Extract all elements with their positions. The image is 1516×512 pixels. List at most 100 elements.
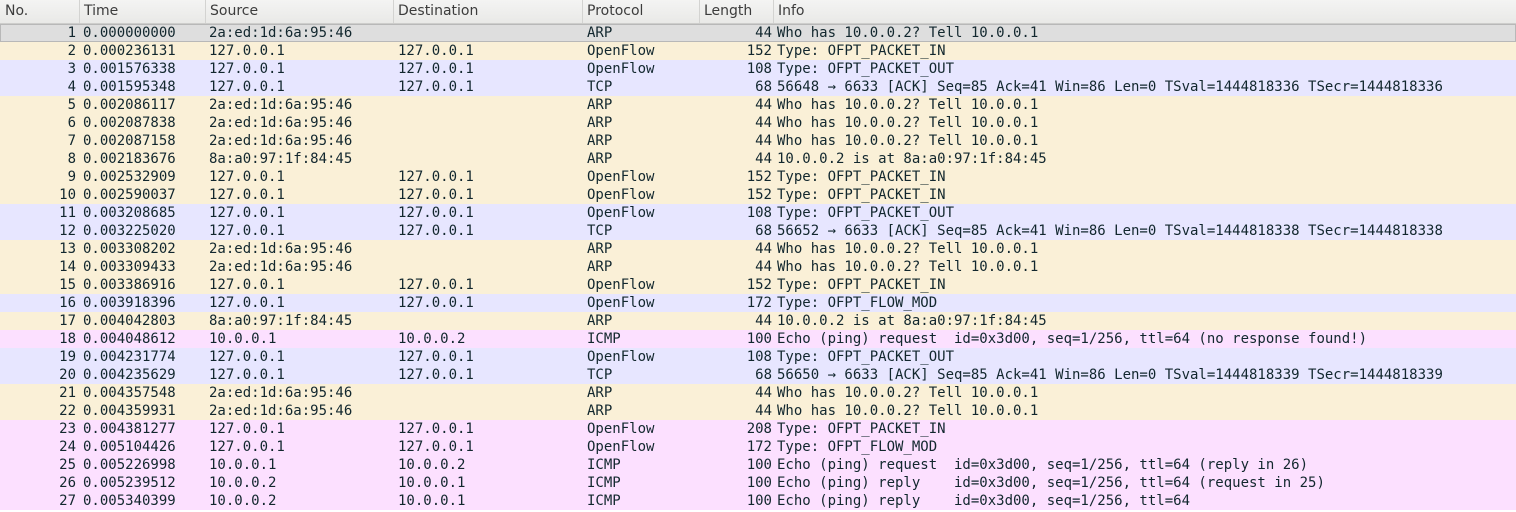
packet-source: 127.0.0.1 xyxy=(209,61,285,77)
column-header-source[interactable]: Source xyxy=(205,0,394,23)
packet-destination: 127.0.0.1 xyxy=(398,421,474,437)
packet-source: 127.0.0.1 xyxy=(209,295,285,311)
packet-length: 208 xyxy=(746,421,772,437)
packet-source: 127.0.0.1 xyxy=(209,43,285,59)
packet-time: 0.004359931 xyxy=(83,403,176,419)
packet-source: 2a:ed:1d:6a:95:46 xyxy=(209,385,353,401)
packet-time: 0.000000000 xyxy=(83,25,176,41)
packet-list[interactable]: No. Time Source Destination Protocol Len… xyxy=(0,0,1516,512)
packet-time: 0.004042803 xyxy=(83,313,176,329)
packet-row[interactable]: 8 0.002183676 8a:a0:97:1f:84:45 ARP 44 10.0.0… xyxy=(0,150,1516,168)
column-header-protocol[interactable]: Protocol xyxy=(582,0,700,23)
packet-number: 11 xyxy=(59,205,76,221)
packet-info: 10.0.0.2 is at 8a:a0:97:1f:84:45 xyxy=(777,313,1047,329)
packet-row[interactable]: 14 0.003309433 2a:ed:1d:6a:95:46 ARP 44 Who h… xyxy=(0,258,1516,276)
packet-protocol: OpenFlow xyxy=(587,43,655,59)
packet-row[interactable]: 2 0.000236131 127.0.0.1 127.0.0.1 OpenFlow 15… xyxy=(0,42,1516,60)
packet-protocol: TCP xyxy=(587,223,613,239)
packet-length: 44 xyxy=(755,97,772,113)
packet-row[interactable]: 18 0.004048612 10.0.0.1 10.0.0.2 ICMP 100 Echo… xyxy=(0,330,1516,348)
packet-source: 127.0.0.1 xyxy=(209,169,285,185)
column-header-time[interactable]: Time xyxy=(79,0,206,23)
packet-row[interactable]: 24 0.005104426 127.0.0.1 127.0.0.1 OpenFlow 1… xyxy=(0,438,1516,456)
packet-number: 6 xyxy=(67,115,76,131)
packet-length: 108 xyxy=(746,61,772,77)
packet-number: 8 xyxy=(67,151,76,167)
packet-time: 0.003309433 xyxy=(83,259,176,275)
packet-length: 108 xyxy=(746,205,772,221)
packet-info: 56650 → 6633 [ACK] Seq=85 Ack=41 Win=86 … xyxy=(777,367,1443,383)
packet-row[interactable]: 22 0.004359931 2a:ed:1d:6a:95:46 ARP 44 Who h… xyxy=(0,402,1516,420)
packet-protocol: ARP xyxy=(587,385,613,401)
column-header-info[interactable]: Info xyxy=(773,0,1516,23)
packet-info: Who has 10.0.0.2? Tell 10.0.0.1 xyxy=(777,241,1039,257)
packet-number: 19 xyxy=(59,349,76,365)
packet-row[interactable]: 20 0.004235629 127.0.0.1 127.0.0.1 TCP 68 5665… xyxy=(0,366,1516,384)
packet-row[interactable]: 23 0.004381277 127.0.0.1 127.0.0.1 OpenFlow 2… xyxy=(0,420,1516,438)
packet-length: 100 xyxy=(746,475,772,491)
packet-protocol: OpenFlow xyxy=(587,187,655,203)
packet-row[interactable]: 6 0.002087838 2a:ed:1d:6a:95:46 ARP 44 Who ha… xyxy=(0,114,1516,132)
packet-length: 100 xyxy=(746,457,772,473)
packet-destination: 10.0.0.2 xyxy=(398,457,466,473)
packet-time: 0.002183676 xyxy=(83,151,176,167)
packet-row[interactable]: 19 0.004231774 127.0.0.1 127.0.0.1 OpenFlow 1… xyxy=(0,348,1516,366)
packet-length: 152 xyxy=(746,43,772,59)
packet-row[interactable]: 10 0.002590037 127.0.0.1 127.0.0.1 OpenFlow 1… xyxy=(0,186,1516,204)
packet-length: 108 xyxy=(746,349,772,365)
packet-number: 2 xyxy=(67,43,76,59)
packet-destination: 127.0.0.1 xyxy=(398,295,474,311)
column-header-no[interactable]: No. xyxy=(0,0,80,23)
packet-length: 44 xyxy=(755,133,772,149)
packet-length: 100 xyxy=(746,493,772,509)
packet-list-header: No. Time Source Destination Protocol Len… xyxy=(0,0,1516,24)
packet-length: 44 xyxy=(755,25,772,41)
packet-row[interactable]: 25 0.005226998 10.0.0.1 10.0.0.2 ICMP 100 Echo… xyxy=(0,456,1516,474)
packet-source: 8a:a0:97:1f:84:45 xyxy=(209,151,353,167)
packet-row[interactable]: 7 0.002087158 2a:ed:1d:6a:95:46 ARP 44 Who ha… xyxy=(0,132,1516,150)
packet-row[interactable]: 4 0.001595348 127.0.0.1 127.0.0.1 TCP 68 56648… xyxy=(0,78,1516,96)
packet-number: 17 xyxy=(59,313,76,329)
packet-row[interactable]: 16 0.003918396 127.0.0.1 127.0.0.1 OpenFlow 1… xyxy=(0,294,1516,312)
packet-destination: 127.0.0.1 xyxy=(398,169,474,185)
packet-source: 10.0.0.2 xyxy=(209,475,277,491)
packet-info: Who has 10.0.0.2? Tell 10.0.0.1 xyxy=(777,115,1039,131)
packet-destination: 127.0.0.1 xyxy=(398,79,474,95)
column-header-destination[interactable]: Destination xyxy=(393,0,583,23)
packet-time: 0.001576338 xyxy=(83,61,176,77)
packet-time: 0.003918396 xyxy=(83,295,176,311)
column-header-length[interactable]: Length xyxy=(699,0,774,23)
packet-protocol: TCP xyxy=(587,79,613,95)
packet-number: 5 xyxy=(67,97,76,113)
packet-row[interactable]: 9 0.002532909 127.0.0.1 127.0.0.1 OpenFlow 15… xyxy=(0,168,1516,186)
packet-row[interactable]: 27 0.005340399 10.0.0.2 10.0.0.1 ICMP 100 Echo… xyxy=(0,492,1516,510)
packet-row[interactable]: 21 0.004357548 2a:ed:1d:6a:95:46 ARP 44 Who h… xyxy=(0,384,1516,402)
packet-destination: 127.0.0.1 xyxy=(398,439,474,455)
packet-number: 22 xyxy=(59,403,76,419)
packet-info: Type: OFPT_PACKET_IN xyxy=(777,421,946,437)
packet-row[interactable]: 17 0.004042803 8a:a0:97:1f:84:45 ARP 44 10.0.… xyxy=(0,312,1516,330)
packet-source: 127.0.0.1 xyxy=(209,205,285,221)
packet-time: 0.000236131 xyxy=(83,43,176,59)
packet-info: Type: OFPT_PACKET_IN xyxy=(777,169,946,185)
packet-length: 44 xyxy=(755,385,772,401)
packet-source: 2a:ed:1d:6a:95:46 xyxy=(209,25,353,41)
packet-source: 127.0.0.1 xyxy=(209,367,285,383)
packet-protocol: OpenFlow xyxy=(587,61,655,77)
packet-row[interactable]: 5 0.002086117 2a:ed:1d:6a:95:46 ARP 44 Who ha… xyxy=(0,96,1516,114)
packet-number: 13 xyxy=(59,241,76,257)
packet-row[interactable]: 12 0.003225020 127.0.0.1 127.0.0.1 TCP 68 5665… xyxy=(0,222,1516,240)
packet-info: 56648 → 6633 [ACK] Seq=85 Ack=41 Win=86 … xyxy=(777,79,1443,95)
packet-row[interactable]: 11 0.003208685 127.0.0.1 127.0.0.1 OpenFlow 1… xyxy=(0,204,1516,222)
packet-info: Who has 10.0.0.2? Tell 10.0.0.1 xyxy=(777,259,1039,275)
packet-row[interactable]: 26 0.005239512 10.0.0.2 10.0.0.1 ICMP 100 Echo… xyxy=(0,474,1516,492)
packet-row[interactable]: 1 0.000000000 2a:ed:1d:6a:95:46 ARP 44 Who ha… xyxy=(0,24,1516,42)
packet-destination: 10.0.0.2 xyxy=(398,331,466,347)
packet-source: 127.0.0.1 xyxy=(209,187,285,203)
packet-source: 127.0.0.1 xyxy=(209,79,285,95)
packet-row[interactable]: 3 0.001576338 127.0.0.1 127.0.0.1 OpenFlow 10… xyxy=(0,60,1516,78)
packet-protocol: ARP xyxy=(587,133,613,149)
packet-number: 27 xyxy=(59,493,76,509)
packet-row[interactable]: 15 0.003386916 127.0.0.1 127.0.0.1 OpenFlow 1… xyxy=(0,276,1516,294)
packet-row[interactable]: 13 0.003308202 2a:ed:1d:6a:95:46 ARP 44 Who h… xyxy=(0,240,1516,258)
